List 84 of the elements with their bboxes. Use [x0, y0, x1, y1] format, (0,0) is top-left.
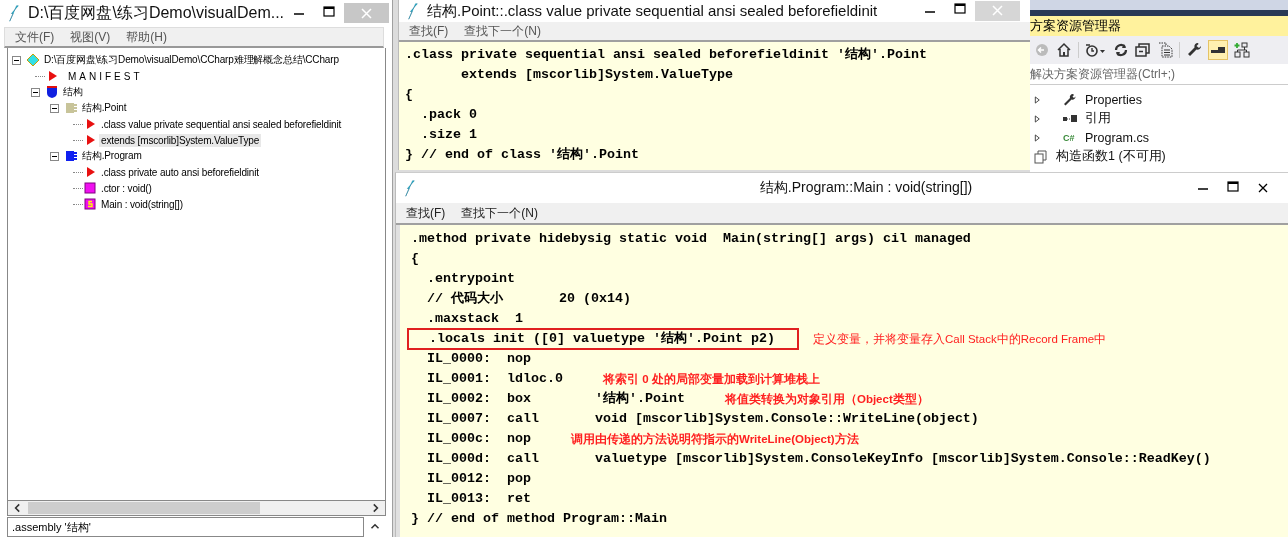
tree-item[interactable]: Properties: [1085, 92, 1142, 107]
code-line: {: [411, 250, 419, 268]
window-title: 结构.Program::Main : void(string[]): [758, 179, 974, 197]
history-dropdown-icon[interactable]: [1085, 42, 1107, 58]
horizontal-scrollbar[interactable]: [7, 501, 386, 516]
minus-icon[interactable]: [1208, 40, 1228, 60]
collapse-icon[interactable]: [31, 87, 40, 97]
code-line: .entrypoint: [426, 270, 515, 288]
copy-icon: [1034, 149, 1048, 164]
collapse-icon[interactable]: [50, 151, 59, 161]
code-line: IL_000c: nop: [426, 430, 531, 448]
highlight-box: .locals init ([0] valuetype '结构'.Point p2): [407, 328, 799, 350]
class-diagram-icon[interactable]: [1234, 42, 1250, 58]
code-line: .class private sequential ansi sealed beforefieldinit '结构'.Point: [405, 46, 927, 64]
code-line: IL_0012: pop: [426, 470, 531, 488]
tree-item[interactable]: D:\百度网盘\练习Demo\visualDemo\CCharp难理解概念总结\CCharp: [42, 52, 341, 68]
code-line: .method private hidebysig static void Main(string[] args) cil managed: [411, 230, 971, 248]
code-line: extends [mscorlib]System.ValueType: [460, 66, 733, 84]
lightning-icon: [8, 4, 20, 22]
menu-item[interactable]: 查找(F): [406, 204, 446, 222]
code-line: IL_000d: call valuetype [mscorlib]System.ConsoleKeyInfo [mscorlib]System.Console::ReadKey(): [426, 450, 1211, 468]
tree-item[interactable]: 引用: [1085, 110, 1111, 127]
menu-item[interactable]: 查找下一个(N): [464, 22, 541, 40]
tree-item[interactable]: 结构: [61, 84, 85, 100]
menu-item[interactable]: 帮助(H): [126, 28, 167, 46]
shield-icon: [46, 86, 58, 98]
code-line: } // end of method Program::Main: [411, 510, 667, 528]
code-line: } // end of class '结构'.Point: [405, 146, 639, 164]
code-line: IL_0007: call void [mscorlib]System.Console::WriteLine(object): [426, 410, 979, 428]
code-line: .maxstack 1: [426, 310, 523, 328]
tree-item[interactable]: .ctor : void(): [99, 181, 154, 195]
pages-icon[interactable]: [1157, 42, 1173, 58]
lightning-icon: [404, 179, 416, 197]
code-line: // 代码大小 20 (0x14): [426, 290, 631, 308]
search-field[interactable]: 解决方案资源管理器(Ctrl+;): [1030, 64, 1288, 85]
code-line: .size 1: [420, 126, 477, 144]
window-title: D:\百度网盘\练习Demo\visualDem...: [28, 2, 285, 23]
csharp-icon: C#: [1063, 132, 1077, 143]
annotation: 调用由传递的方法说明符指示的WriteLine(Object)方法: [571, 431, 859, 447]
menu-item[interactable]: 文件(F): [15, 28, 55, 46]
wrench-icon: [1063, 92, 1077, 107]
tree-item[interactable]: Main : void(string[]): [99, 197, 185, 211]
menu-item[interactable]: 查找下一个(N): [461, 204, 538, 222]
code-line: IL_0013: ret: [426, 490, 531, 508]
diamond-icon: [27, 54, 39, 66]
tree-item[interactable]: 结构.Point: [80, 100, 129, 116]
wrench-icon[interactable]: [1186, 42, 1202, 58]
collapse-icon[interactable]: [50, 103, 59, 113]
class-icon: [65, 102, 77, 114]
collapse-icon[interactable]: [12, 55, 21, 65]
triangle-icon: [46, 70, 58, 82]
code-line: IL_0001: ldloc.0: [426, 370, 563, 388]
code-line: {: [405, 86, 413, 104]
code-line: .pack 0: [420, 106, 477, 124]
code-line: IL_0000: nop: [426, 350, 531, 368]
expand-icon[interactable]: [1034, 132, 1041, 143]
tree-item[interactable]: MANIFEST: [66, 69, 145, 83]
annotation: 将索引 0 处的局部变量加载到计算堆栈上: [602, 371, 820, 387]
panel-title: 方案资源管理器: [1030, 17, 1121, 35]
refresh-icon[interactable]: [1113, 42, 1129, 58]
expand-icon[interactable]: [1034, 113, 1041, 124]
lightning-icon: [407, 2, 419, 20]
assembly-text: .assembly '结构': [12, 521, 91, 533]
triangle-icon: [84, 134, 96, 146]
collapse-all-icon[interactable]: [1135, 42, 1151, 58]
tree-item[interactable]: .class private auto ansi beforefieldinit: [99, 165, 261, 179]
annotation: 定义变量，并将变量存入Call Stack中的Record Frame中: [812, 332, 1107, 347]
window-title: 结构.Point::.class value private sequential ansi sealed beforefieldinit: [427, 1, 879, 21]
class-icon: [65, 150, 77, 162]
static-method-icon: [84, 198, 96, 210]
tree-item[interactable]: 构造函数1 (不可用): [1056, 148, 1166, 165]
annotation: 将值类转换为对象引用（Object类型）: [724, 392, 929, 408]
code-line: IL_0002: box '结构'.Point: [426, 390, 685, 408]
triangle-icon: [84, 166, 96, 178]
expand-icon[interactable]: [1034, 94, 1041, 105]
tree-item[interactable]: 结构.Program: [80, 148, 144, 164]
triangle-icon: [84, 118, 96, 130]
home-icon[interactable]: [1056, 42, 1072, 58]
tree-item[interactable]: extends [mscorlib]System.ValueType: [99, 133, 262, 147]
tree-item[interactable]: Program.cs: [1085, 130, 1149, 145]
method-icon: [84, 182, 96, 194]
tree-item[interactable]: .class value private sequential ansi sealed beforefieldinit: [99, 117, 344, 131]
menu-item[interactable]: 视图(V): [70, 28, 111, 46]
menu-item[interactable]: 查找(F): [409, 22, 449, 40]
